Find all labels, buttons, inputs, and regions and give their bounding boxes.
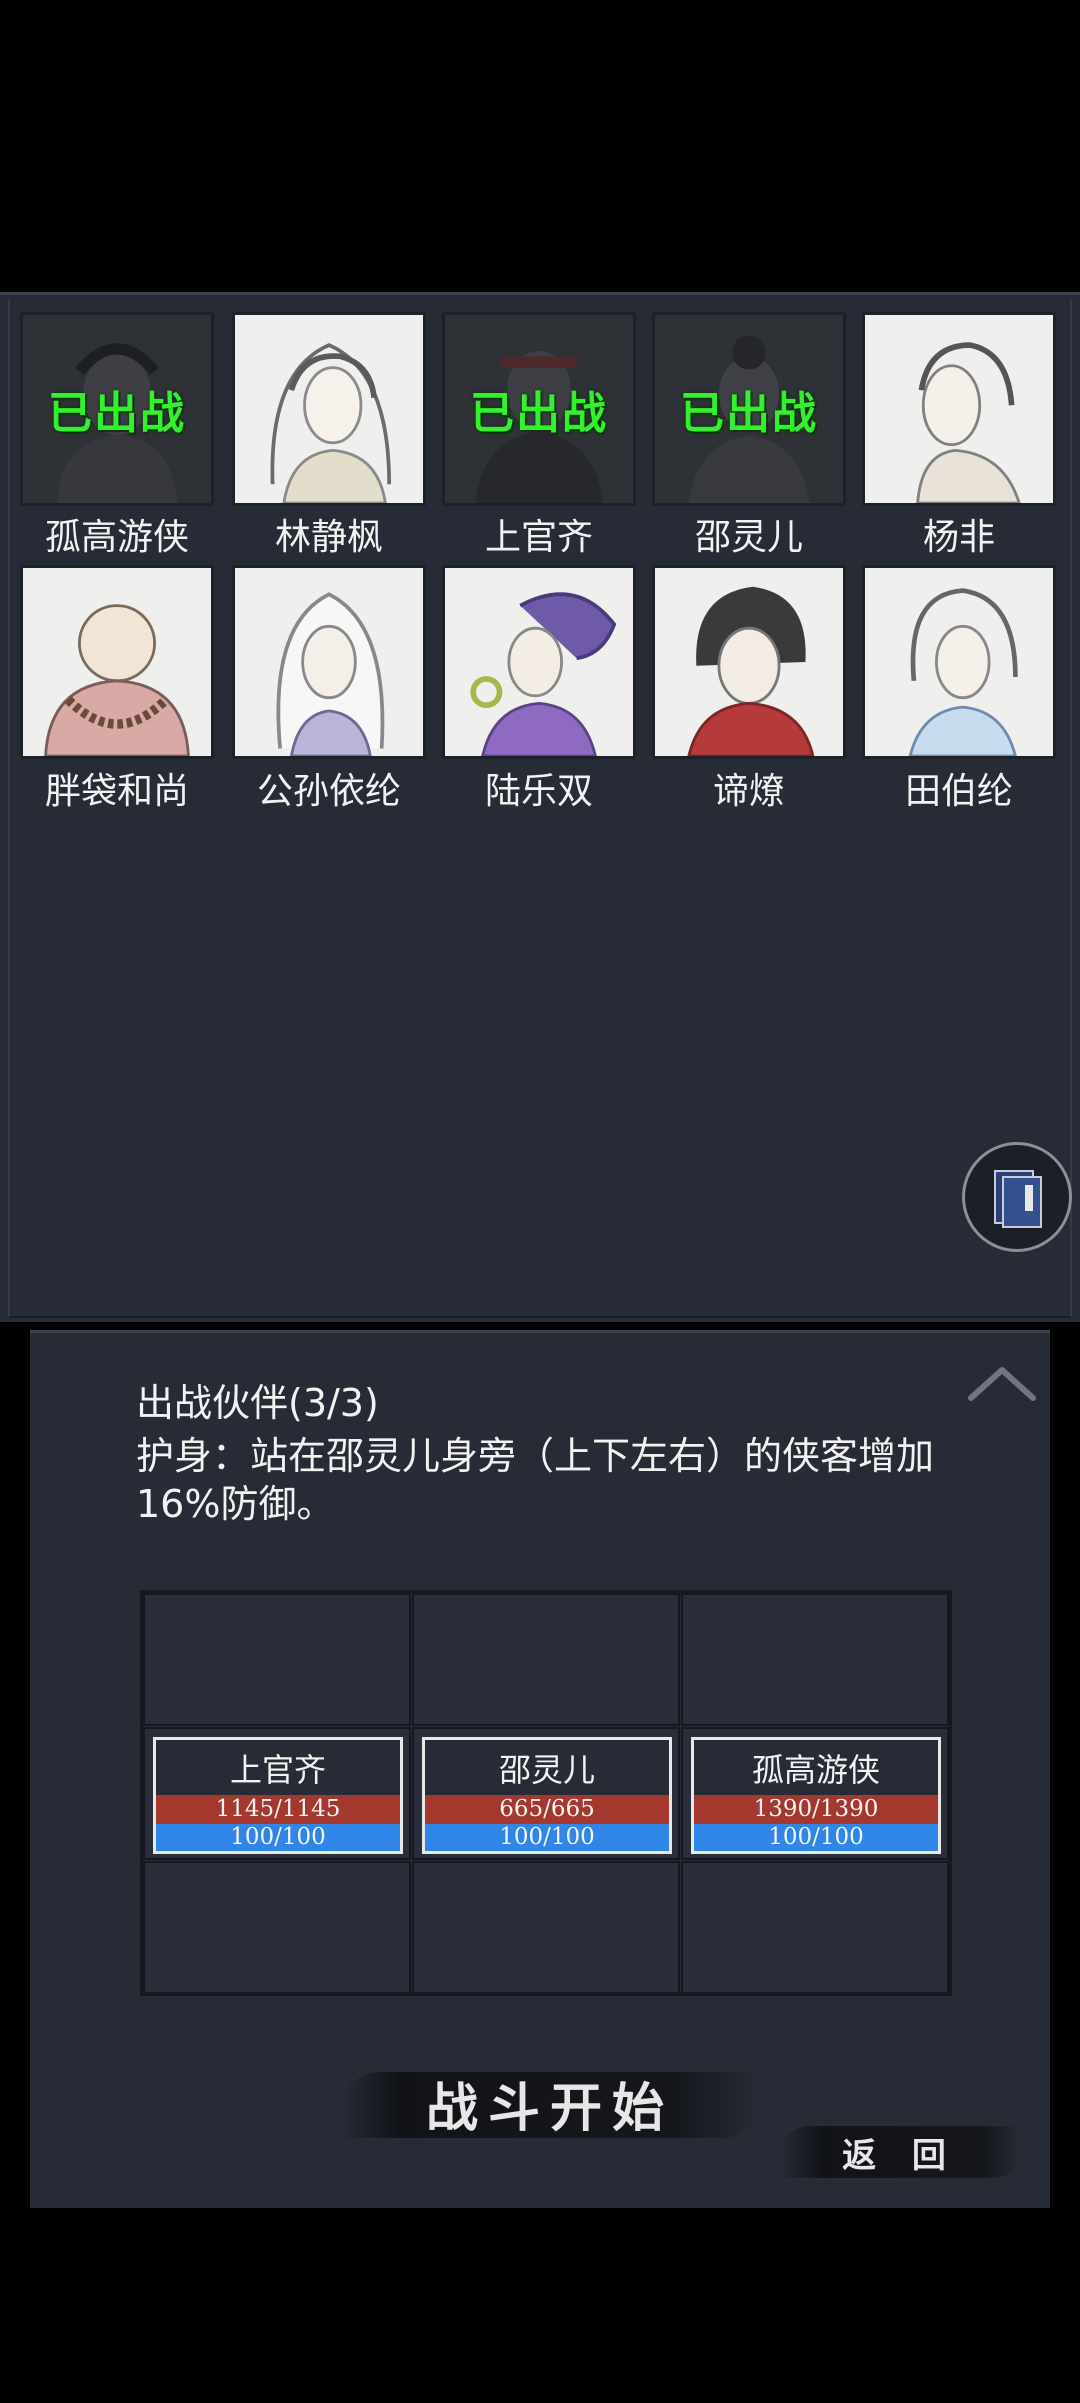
hp-bar: 1145/1145 — [156, 1795, 400, 1824]
portrait-image — [445, 568, 633, 756]
formation-unit[interactable]: 孤高游侠 1390/1390 100/100 — [691, 1737, 941, 1854]
character-card-9[interactable] — [652, 565, 846, 759]
mp-bar: 100/100 — [694, 1824, 938, 1851]
formation-cell[interactable] — [412, 1861, 680, 1994]
hp-bar: 1390/1390 — [694, 1795, 938, 1824]
formation-cell[interactable] — [681, 1861, 949, 1994]
character-card-2[interactable] — [232, 312, 426, 506]
buff-description: 护身：站在邵灵儿身旁（上下左右）的侠客增加16%防御。 — [136, 1434, 935, 1526]
unit-name: 孤高游侠 — [751, 1751, 880, 1789]
portrait-image — [23, 568, 211, 756]
character-name: 孤高游侠 — [44, 517, 189, 558]
formation-cell[interactable]: 孤高游侠 1390/1390 100/100 — [681, 1727, 949, 1860]
portrait-image — [235, 568, 423, 756]
character-card-10[interactable] — [862, 565, 1056, 759]
formation-unit[interactable]: 邵灵儿 665/665 100/100 — [422, 1737, 672, 1854]
character-name: 谛燎 — [712, 771, 785, 812]
mp-bar: 100/100 — [425, 1824, 669, 1851]
party-title: 出战伙伴(3/3) — [136, 1381, 379, 1425]
character-name: 上官齐 — [484, 517, 593, 558]
start-battle-button[interactable]: 战斗开始 — [340, 2058, 760, 2148]
book-icon[interactable] — [962, 1142, 1072, 1252]
formation-cell[interactable] — [143, 1593, 411, 1726]
formation-cell[interactable] — [143, 1861, 411, 1994]
character-name: 杨非 — [922, 517, 995, 558]
character-card-1[interactable]: 已出战 — [20, 312, 214, 506]
chevron-up-icon[interactable] — [965, 1360, 1039, 1404]
back-button[interactable]: 返 回 — [780, 2118, 1020, 2184]
character-name: 邵灵儿 — [694, 517, 803, 558]
formation-cell[interactable]: 邵灵儿 665/665 100/100 — [412, 1727, 680, 1860]
back-label: 返 回 — [842, 2136, 958, 2176]
character-card-3[interactable]: 已出战 — [442, 312, 636, 506]
deployed-label: 已出战 — [470, 388, 608, 439]
portrait-image — [865, 315, 1053, 503]
character-card-8[interactable] — [442, 565, 636, 759]
unit-name: 邵灵儿 — [498, 1751, 595, 1789]
character-card-7[interactable] — [232, 565, 426, 759]
portrait-image — [655, 568, 843, 756]
mp-bar: 100/100 — [156, 1824, 400, 1851]
character-card-4[interactable]: 已出战 — [652, 312, 846, 506]
character-card-5[interactable] — [862, 312, 1056, 506]
character-card-6[interactable] — [20, 565, 214, 759]
formation-cell[interactable] — [681, 1593, 949, 1726]
portrait-image — [235, 315, 423, 503]
character-name: 胖袋和尚 — [44, 771, 189, 812]
deployed-label: 已出战 — [680, 388, 818, 439]
formation-cell[interactable]: 上官齐 1145/1145 100/100 — [143, 1727, 411, 1860]
deployed-label: 已出战 — [48, 388, 186, 439]
formation-cell[interactable] — [412, 1593, 680, 1726]
unit-name: 上官齐 — [229, 1751, 326, 1789]
start-battle-label: 战斗开始 — [425, 2078, 674, 2139]
character-name: 田伯纶 — [904, 771, 1013, 812]
hp-bar: 665/665 — [425, 1795, 669, 1824]
portrait-image — [865, 568, 1053, 756]
character-name: 陆乐双 — [484, 771, 593, 812]
formation-unit[interactable]: 上官齐 1145/1145 100/100 — [153, 1737, 403, 1854]
formation-grid: 上官齐 1145/1145 100/100 邵灵儿 665/665 100/10… — [140, 1590, 952, 1996]
character-name: 林静枫 — [274, 517, 383, 558]
character-name: 公孙依纶 — [256, 771, 401, 812]
